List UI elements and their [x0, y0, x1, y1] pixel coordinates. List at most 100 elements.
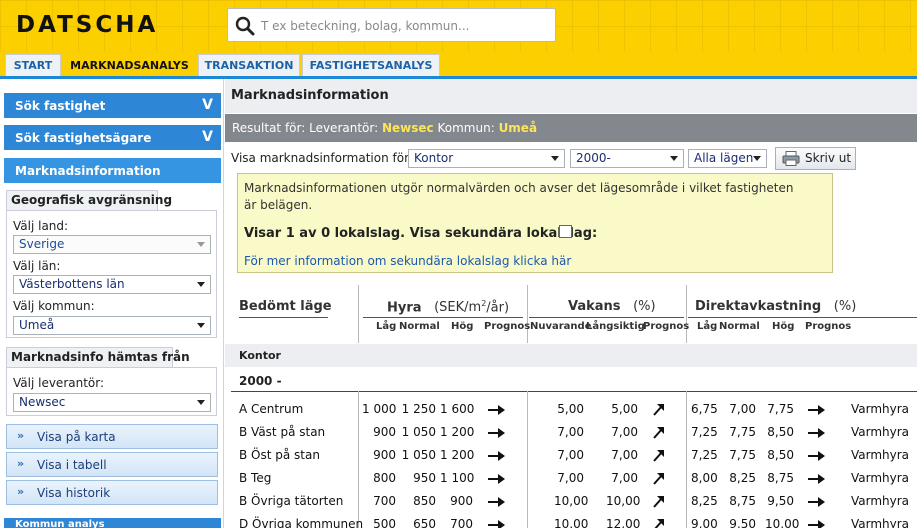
cell-dh: 10,00	[765, 517, 800, 528]
printer-icon	[782, 151, 800, 166]
cell-lage: A Centrum	[239, 402, 304, 416]
double-chevron-icon: »	[17, 429, 25, 442]
leverantor-select[interactable]: Newsec	[13, 393, 211, 412]
cell-dh: 8,75	[767, 471, 794, 485]
sub-header: Prognos	[805, 321, 852, 332]
column-divider	[527, 391, 528, 528]
result-bar: Resultat för: Leverantör: Newsec Kommun:…	[225, 114, 917, 142]
tab-fastighetsanalys[interactable]: FASTIGHETSANALYS	[302, 54, 440, 76]
filter-row: Visa marknadsinformation för: Kontor 200…	[225, 147, 917, 171]
notice-bold-text: Visar 1 av 0 lokalslag. Visa sekundära l…	[244, 226, 598, 241]
leverantor-value: Newsec	[19, 395, 66, 409]
tab-marknadsanalys[interactable]: MARKNADSANALYS	[63, 54, 196, 76]
cell-hh: 1 200	[440, 448, 475, 462]
cell-lage: D Övriga kommunen	[239, 517, 364, 528]
cell-vn: 7,00	[557, 425, 584, 439]
hamtas-group-title: Marknadsinfo hämtas från	[6, 347, 190, 367]
cell-hh: 700	[450, 517, 473, 528]
logo: DATSCHA	[16, 12, 159, 38]
chevron-down-icon	[197, 282, 205, 287]
cell-dn: 8,75	[729, 494, 756, 508]
cell-typ: Varmhyra	[851, 517, 910, 528]
year-value: 2000-	[576, 151, 611, 165]
kommun-value: Umeå	[19, 318, 55, 332]
arrow-up-right-icon	[653, 496, 664, 508]
visa-historik-button[interactable]: » Visa historik	[6, 480, 218, 505]
arrow-right-icon	[488, 497, 505, 507]
sub-header: Normal	[399, 321, 440, 332]
cell-dh: 7,75	[767, 402, 794, 416]
cell-dl: 8,25	[691, 494, 718, 508]
search-icon	[235, 16, 255, 36]
cell-typ: Varmhyra	[851, 425, 910, 439]
cell-hn: 950	[413, 471, 436, 485]
accordion-marknadsinformation[interactable]: Marknadsinformation	[4, 158, 221, 183]
chevron-down-icon	[197, 242, 205, 247]
arrow-right-icon	[808, 497, 825, 507]
lan-select[interactable]: Västerbottens län	[13, 275, 211, 294]
cell-hl: 1 000	[362, 402, 397, 416]
cell-vn: 10,00	[554, 494, 589, 508]
lokalslag-select[interactable]: Kontor	[408, 149, 565, 168]
cell-vl: 7,00	[611, 425, 638, 439]
print-label: Skriv ut	[805, 151, 852, 165]
kommun-label: Välj kommun:	[13, 299, 95, 313]
filter-label: Visa marknadsinformation för:	[231, 151, 413, 165]
lage-value: Alla lägen	[694, 151, 754, 165]
secondary-types-checkbox[interactable]	[559, 225, 572, 238]
arrow-right-icon	[808, 405, 825, 415]
lage-select[interactable]: Alla lägen	[688, 149, 767, 168]
cell-hn: 1 050	[401, 425, 436, 439]
tab-transaktion[interactable]: TRANSAKTION	[198, 54, 300, 76]
info-notice: Marknadsinformationen utgör normalvärden…	[237, 173, 833, 273]
cell-dl: 6,75	[691, 402, 718, 416]
accordion-sok-agare[interactable]: Sök fastighetsägare V	[4, 125, 221, 150]
cell-hh: 1 100	[440, 471, 475, 485]
col-header-direkt-label: Direktavkastning	[695, 299, 822, 314]
column-divider	[358, 285, 359, 343]
chevron-down-icon: V	[202, 97, 213, 113]
search-box[interactable]	[227, 8, 556, 42]
column-divider	[686, 285, 687, 343]
accordion-sok-fastighet[interactable]: Sök fastighet V	[4, 93, 221, 118]
cell-hl: 700	[373, 494, 396, 508]
hyra-unit-pre: (SEK/m	[434, 300, 482, 316]
arrow-right-icon	[488, 451, 505, 461]
col-header-hyra-label: Hyra	[387, 300, 422, 316]
cell-hh: 1 600	[440, 402, 475, 416]
cell-dh: 8,50	[767, 425, 794, 439]
cell-vn: 7,00	[557, 471, 584, 485]
arrow-up-right-icon	[654, 519, 664, 528]
chevron-down-icon	[670, 156, 678, 161]
cell-hn: 850	[413, 494, 436, 508]
print-button[interactable]: Skriv ut	[775, 147, 856, 170]
cell-dl: 7,25	[691, 448, 718, 462]
cell-dn: 8,25	[729, 471, 756, 485]
search-input[interactable]	[261, 16, 546, 36]
result-leverantor: Newsec	[381, 121, 434, 135]
accordion-label: Sök fastighet	[15, 99, 106, 113]
button-label: Visa i tabell	[37, 458, 107, 472]
arrow-up-right-icon	[653, 450, 664, 462]
more-info-link[interactable]: För mer information om sekundära lokalsl…	[244, 254, 571, 268]
cell-dl: 7,25	[691, 425, 718, 439]
kommun-select[interactable]: Umeå	[13, 316, 211, 335]
col-header-vakans: Vakans (%)	[568, 299, 656, 314]
tab-start[interactable]: START	[5, 54, 61, 76]
cell-vn: 10,00	[554, 517, 589, 528]
chevron-down-icon	[197, 323, 205, 328]
cell-vl: 10,00	[606, 494, 641, 508]
cell-vl: 12,00	[606, 517, 641, 528]
year-select[interactable]: 2000-	[570, 149, 684, 168]
column-divider	[686, 391, 687, 528]
land-select[interactable]: Sverige	[13, 235, 211, 254]
chevron-down-icon	[197, 400, 205, 405]
cell-dn: 9,50	[729, 517, 756, 528]
visa-pa-karta-button[interactable]: » Visa på karta	[6, 424, 218, 449]
section-header: Kontor	[225, 344, 917, 367]
button-label: Visa historik	[37, 486, 111, 500]
visa-i-tabell-button[interactable]: » Visa i tabell	[6, 452, 218, 477]
cell-dn: 7,75	[729, 425, 756, 439]
header-underline	[239, 317, 328, 318]
accordion-kommun-analys[interactable]: Kommun analys	[4, 518, 221, 528]
